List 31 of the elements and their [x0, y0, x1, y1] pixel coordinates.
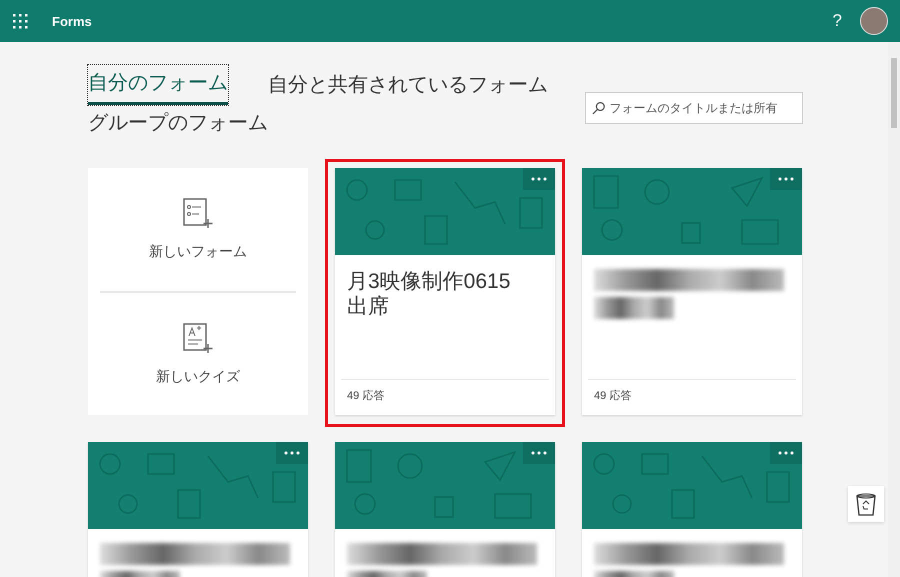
response-count: 49 応答 [347, 390, 384, 402]
search-icon [592, 101, 606, 115]
ellipsis-icon [284, 451, 300, 455]
tab[interactable]: 自分と共有されているフォーム [268, 65, 548, 105]
app-title: Forms [52, 14, 93, 28]
form-card[interactable]: 49 応答 [582, 168, 802, 415]
ellipsis-icon [531, 451, 547, 455]
response-count: 49 応答 [594, 390, 632, 402]
tab[interactable]: グループのフォーム [88, 105, 268, 142]
app-launcher-icon[interactable] [12, 13, 28, 29]
tab[interactable]: 自分のフォーム [88, 65, 228, 105]
ellipsis-icon [778, 177, 794, 181]
form-add-icon [182, 197, 214, 230]
new-item-button[interactable]: 新しいフォーム [100, 168, 296, 290]
ellipsis-icon [531, 177, 547, 181]
more-options-button[interactable] [276, 442, 308, 464]
form-card[interactable]: 月3映像制作0615 出席 49 応答 [335, 168, 555, 415]
help-button[interactable]: ? [832, 11, 842, 31]
recycle-bin-button[interactable] [848, 486, 884, 522]
recycle-bin-icon [855, 492, 877, 516]
scrollbar[interactable] [888, 42, 900, 577]
more-options-button[interactable] [770, 442, 802, 464]
more-options-button[interactable] [523, 442, 555, 464]
search-field[interactable]: フォームのタイトルまたは所有 [585, 92, 803, 124]
ellipsis-icon [778, 451, 794, 455]
avatar[interactable] [860, 7, 888, 35]
quiz-add-icon [182, 322, 214, 354]
more-options-button[interactable] [523, 168, 555, 190]
more-options-button[interactable] [770, 168, 802, 190]
form-title: 月3映像制作0615 出席 [346, 269, 512, 320]
new-item-button[interactable]: 新しいクイズ [100, 292, 296, 415]
